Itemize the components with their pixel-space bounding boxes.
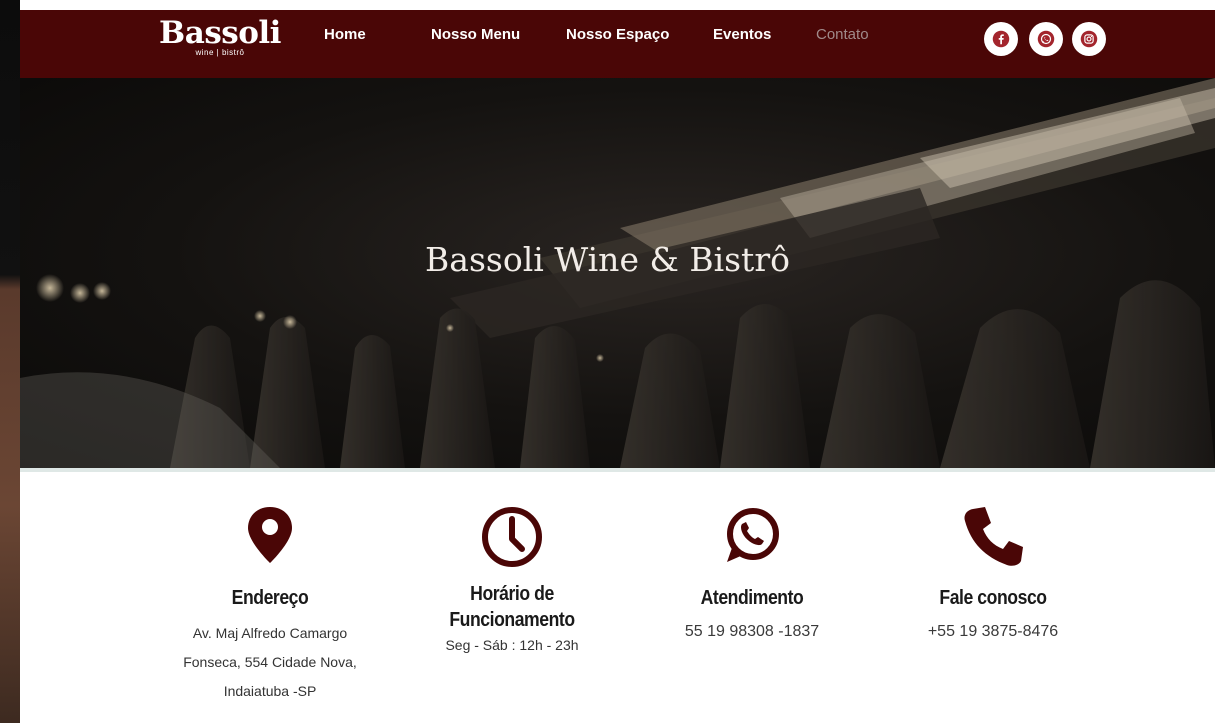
info-card-endereco: Endereço Av. Maj Alfredo Camargo Fonseca…	[165, 505, 375, 706]
info-heading-horario-line-2: Funcionamento	[449, 609, 575, 631]
whatsapp-icon	[1037, 30, 1055, 48]
nav-item-nosso-espaco[interactable]: Nosso Espaço	[566, 26, 669, 46]
info-heading-atendimento: Atendimento	[700, 587, 804, 609]
brand-logo[interactable]: Bassoli wine | bistrô	[155, 16, 285, 66]
navbar: Bassoli wine | bistrô Home Nosso Menu No…	[20, 10, 1215, 78]
phone-number[interactable]: +55 19 3875-8476	[893, 621, 1093, 643]
location-pin-icon	[248, 507, 292, 563]
info-heading-fale-conosco: Fale conosco	[939, 587, 1047, 609]
opening-hours: Seg - Sáb : 12h - 23h	[445, 637, 579, 653]
left-backdrop-strip	[0, 0, 20, 723]
instagram-button[interactable]	[1072, 22, 1106, 56]
nav-item-nosso-menu[interactable]: Nosso Menu	[431, 26, 520, 46]
address-line-2: Fonseca, 554 Cidade Nova,	[183, 654, 357, 670]
hero-divider	[20, 468, 1215, 472]
info-heading-horario-line-1: Horário de	[470, 583, 554, 605]
brand-name: Bassoli	[159, 15, 281, 51]
phone-icon	[964, 507, 1023, 566]
top-strip	[20, 0, 1215, 10]
whatsapp-button[interactable]	[1029, 22, 1063, 56]
nav-item-eventos[interactable]: Eventos	[713, 26, 771, 46]
address-line-3: Indaiatuba -SP	[223, 683, 317, 699]
info-card-atendimento: Atendimento 55 19 98308 -1837	[652, 505, 852, 643]
info-card-fale-conosco: Fale conosco +55 19 3875-8476	[893, 505, 1093, 643]
info-heading-endereco: Endereço	[231, 587, 309, 609]
instagram-icon	[1080, 30, 1098, 48]
address-line-1: Av. Maj Alfredo Camargo	[192, 625, 348, 641]
facebook-button[interactable]	[984, 22, 1018, 56]
hero-banner: Bassoli Wine & Bistrô	[20, 78, 1215, 468]
nav-item-contato[interactable]: Contato	[816, 26, 869, 46]
clock-icon	[482, 507, 542, 567]
whatsapp-icon	[727, 508, 779, 562]
facebook-icon	[992, 30, 1010, 48]
whatsapp-number[interactable]: 55 19 98308 -1837	[652, 621, 852, 643]
hero-title: Bassoli Wine & Bistrô	[425, 240, 790, 280]
nav-item-home[interactable]: Home	[324, 26, 366, 46]
info-card-horario: Horário de Funcionamento Seg - Sáb : 12h…	[412, 505, 612, 657]
